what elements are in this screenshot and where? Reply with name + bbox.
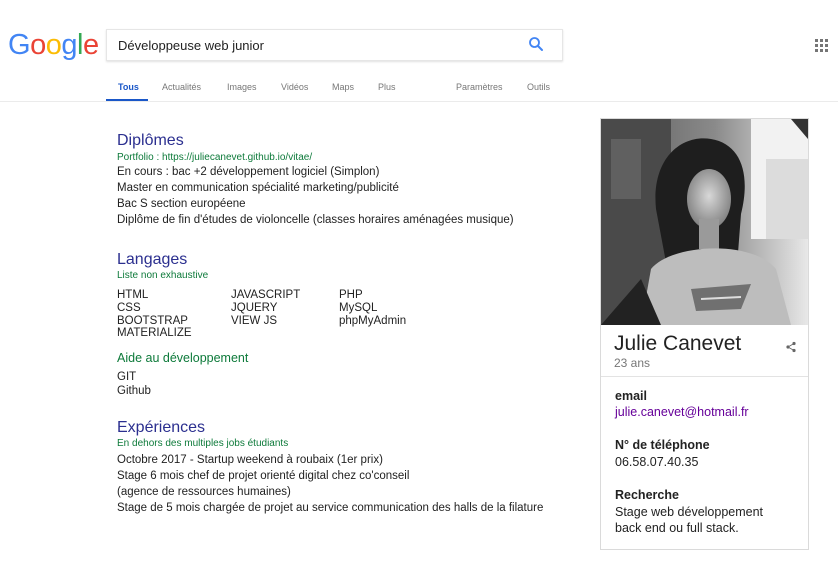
language-item: BOOTSTRAP <box>117 314 188 327</box>
section-title-diplomes[interactable]: Diplômes <box>117 132 514 150</box>
share-icon[interactable] <box>785 341 797 353</box>
diplome-line: Diplôme de fin d'études de violoncelle (… <box>117 214 514 226</box>
email-link[interactable]: julie.canevet@hotmail.fr <box>615 404 749 420</box>
language-item: CSS <box>117 301 141 314</box>
diplome-line: Bac S section européene <box>117 198 246 210</box>
tab-outils[interactable]: Outils <box>527 82 550 92</box>
tab-videos[interactable]: Vidéos <box>281 82 308 92</box>
search-label: Recherche <box>615 488 679 502</box>
search-value-line: Stage web développement <box>615 505 764 519</box>
tab-actualites[interactable]: Actualités <box>162 82 201 92</box>
section-langages: Langages Liste non exhaustive HTML CSS B… <box>117 251 406 339</box>
language-item: MySQL <box>339 301 378 314</box>
language-item: VIEW JS <box>231 314 278 327</box>
language-item: JQUERY <box>231 301 278 314</box>
search-box <box>106 29 563 61</box>
portfolio-url[interactable]: Portfolio : https://juliecanevet.github.… <box>117 151 514 164</box>
section-diplomes: Diplômes Portfolio : https://juliecaneve… <box>117 132 514 228</box>
tool-item: Github <box>117 384 151 397</box>
search-input[interactable] <box>118 30 508 60</box>
phone-label: N° de téléphone <box>615 438 710 452</box>
panel-divider <box>601 376 808 377</box>
profile-photo[interactable] <box>601 119 808 325</box>
phone-value: 06.58.07.40.35 <box>615 455 699 469</box>
section-title-experiences[interactable]: Expériences <box>117 419 543 437</box>
section-experiences: Expériences En dehors des multiples jobs… <box>117 419 543 516</box>
tab-maps[interactable]: Maps <box>332 82 354 92</box>
diplome-line: Master en communication spécialité marke… <box>117 182 399 194</box>
google-logo[interactable]: Google <box>8 30 99 60</box>
search-icon[interactable] <box>528 36 544 52</box>
language-item: phpMyAdmin <box>339 314 407 327</box>
header-divider <box>0 101 838 102</box>
experience-line: Octobre 2017 - Startup weekend à roubaix… <box>117 454 383 466</box>
profile-name: Julie Canevet <box>614 332 742 355</box>
profile-age: 23 ans <box>614 356 651 370</box>
logo-letter: o <box>45 29 62 61</box>
logo-letter: o <box>30 29 46 61</box>
knowledge-panel: Julie Canevet 23 ans email julie.canevet… <box>600 118 809 550</box>
experience-line: Stage de 5 mois chargée de projet au ser… <box>117 502 544 514</box>
logo-letter: e <box>82 29 99 61</box>
search-value-line: back end ou full stack. <box>615 521 739 535</box>
logo-letter: g <box>61 29 77 61</box>
language-item: MATERIALIZE <box>117 327 192 340</box>
tab-tous[interactable]: Tous <box>118 82 139 92</box>
language-item: PHP <box>339 289 363 301</box>
email-label: email <box>615 389 647 403</box>
experience-line: (agence de ressources humaines) <box>117 486 291 498</box>
apps-grid-icon[interactable] <box>815 39 829 53</box>
logo-letter: G <box>8 29 31 61</box>
experience-line: Stage 6 mois chef de projet orienté digi… <box>117 470 410 482</box>
langages-subtitle: Liste non exhaustive <box>117 270 209 281</box>
tab-parametres[interactable]: Paramètres <box>456 82 503 92</box>
aide-list: GIT Github <box>117 371 151 398</box>
language-item: JAVASCRIPT <box>231 289 301 301</box>
experiences-subtitle: En dehors des multiples jobs étudiants <box>117 438 289 449</box>
tool-item: GIT <box>117 371 137 383</box>
tab-images[interactable]: Images <box>227 82 257 92</box>
diplome-line: En cours : bac +2 développement logiciel… <box>117 166 380 178</box>
aide-title: Aide au développement <box>117 351 249 365</box>
tab-plus[interactable]: Plus <box>378 82 396 92</box>
language-item: HTML <box>117 289 149 301</box>
section-title-langages[interactable]: Langages <box>117 251 208 269</box>
